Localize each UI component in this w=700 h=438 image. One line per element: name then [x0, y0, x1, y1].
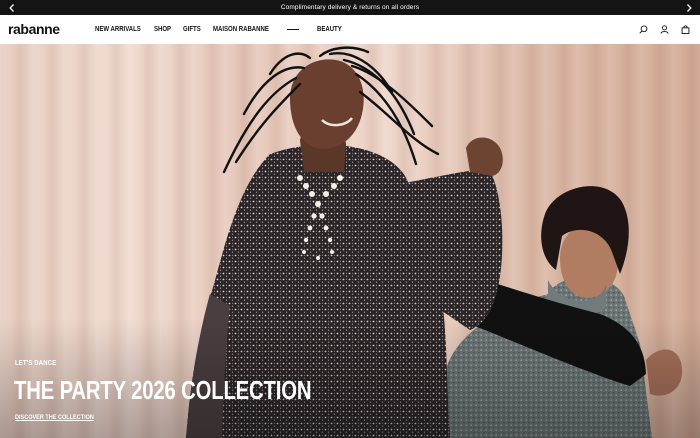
nav-item-shop[interactable]: SHOP [154, 26, 171, 33]
hero-headline: THE PARTY 2026 COLLECTION [14, 375, 312, 405]
raised-hand [466, 137, 503, 176]
promo-bar: Complimentary delivery & returns on all … [0, 0, 700, 15]
main-model-face [290, 59, 364, 149]
chevron-right-icon[interactable] [681, 0, 696, 15]
nav-item-beauty[interactable]: BEAUTY [317, 26, 342, 33]
search-icon[interactable] [639, 25, 648, 34]
nav-item-gifts[interactable]: GIFTS [183, 26, 201, 33]
nav-item-maison-rabanne[interactable]: MAISON RABANNE [213, 26, 269, 33]
discover-collection-link[interactable]: DISCOVER THE COLLECTION [15, 414, 94, 421]
account-icon[interactable] [660, 25, 669, 34]
site-header: rabanne NEW ARRIVALS SHOP GIFTS MAISON R… [0, 15, 700, 44]
nav-item-new-arrivals[interactable]: NEW ARRIVALS [95, 26, 141, 33]
main-nav: NEW ARRIVALS SHOP GIFTS MAISON RABANNE B… [95, 15, 357, 44]
chevron-left-icon[interactable] [4, 0, 19, 15]
promo-message: Complimentary delivery & returns on all … [280, 4, 420, 11]
nav-divider [286, 29, 299, 30]
bag-icon[interactable] [681, 25, 690, 34]
hero-eyebrow: LET'S DANCE [15, 360, 57, 367]
header-icons [639, 15, 690, 44]
brand-logo[interactable]: rabanne [8, 21, 60, 37]
